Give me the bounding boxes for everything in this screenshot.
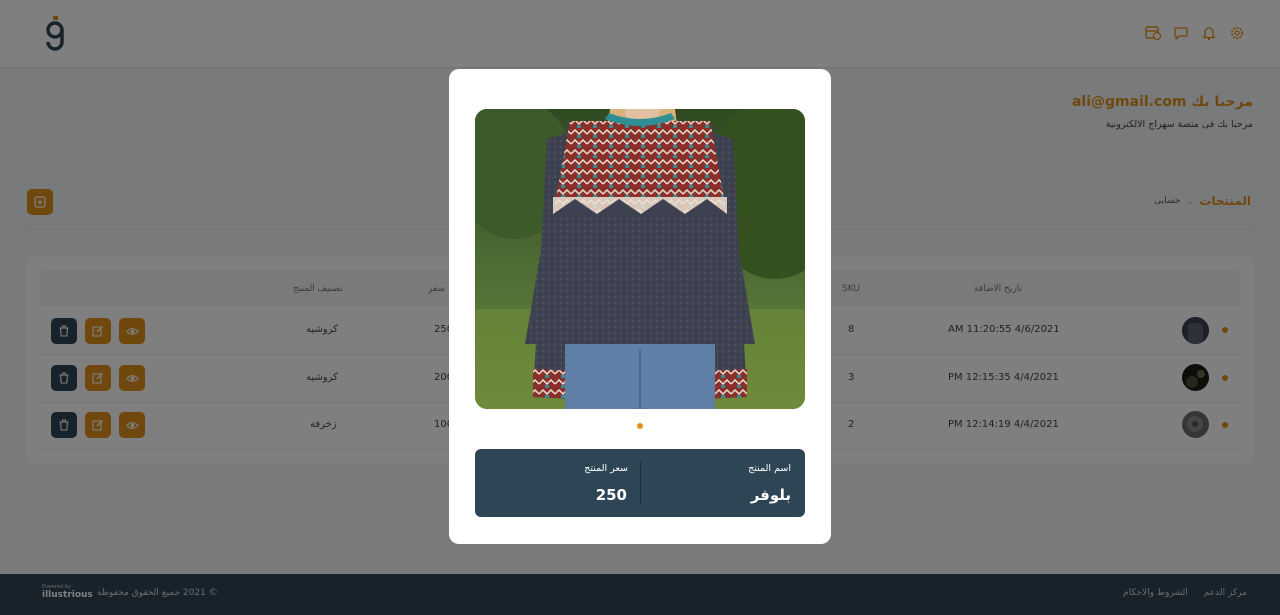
- product-preview-modal: اسم المنتج بلوفر سعر المنتج 250: [449, 69, 831, 544]
- product-price-label: سعر المنتج: [584, 463, 628, 474]
- sweater-photo: [475, 109, 805, 409]
- product-price-value: 250: [595, 486, 627, 504]
- product-info-panel: اسم المنتج بلوفر سعر المنتج 250: [475, 449, 805, 517]
- product-image: [475, 109, 805, 409]
- product-name-value: بلوفر: [750, 486, 791, 504]
- product-name-label: اسم المنتج: [748, 463, 791, 474]
- info-divider: [640, 461, 641, 505]
- carousel-indicator[interactable]: [637, 423, 643, 429]
